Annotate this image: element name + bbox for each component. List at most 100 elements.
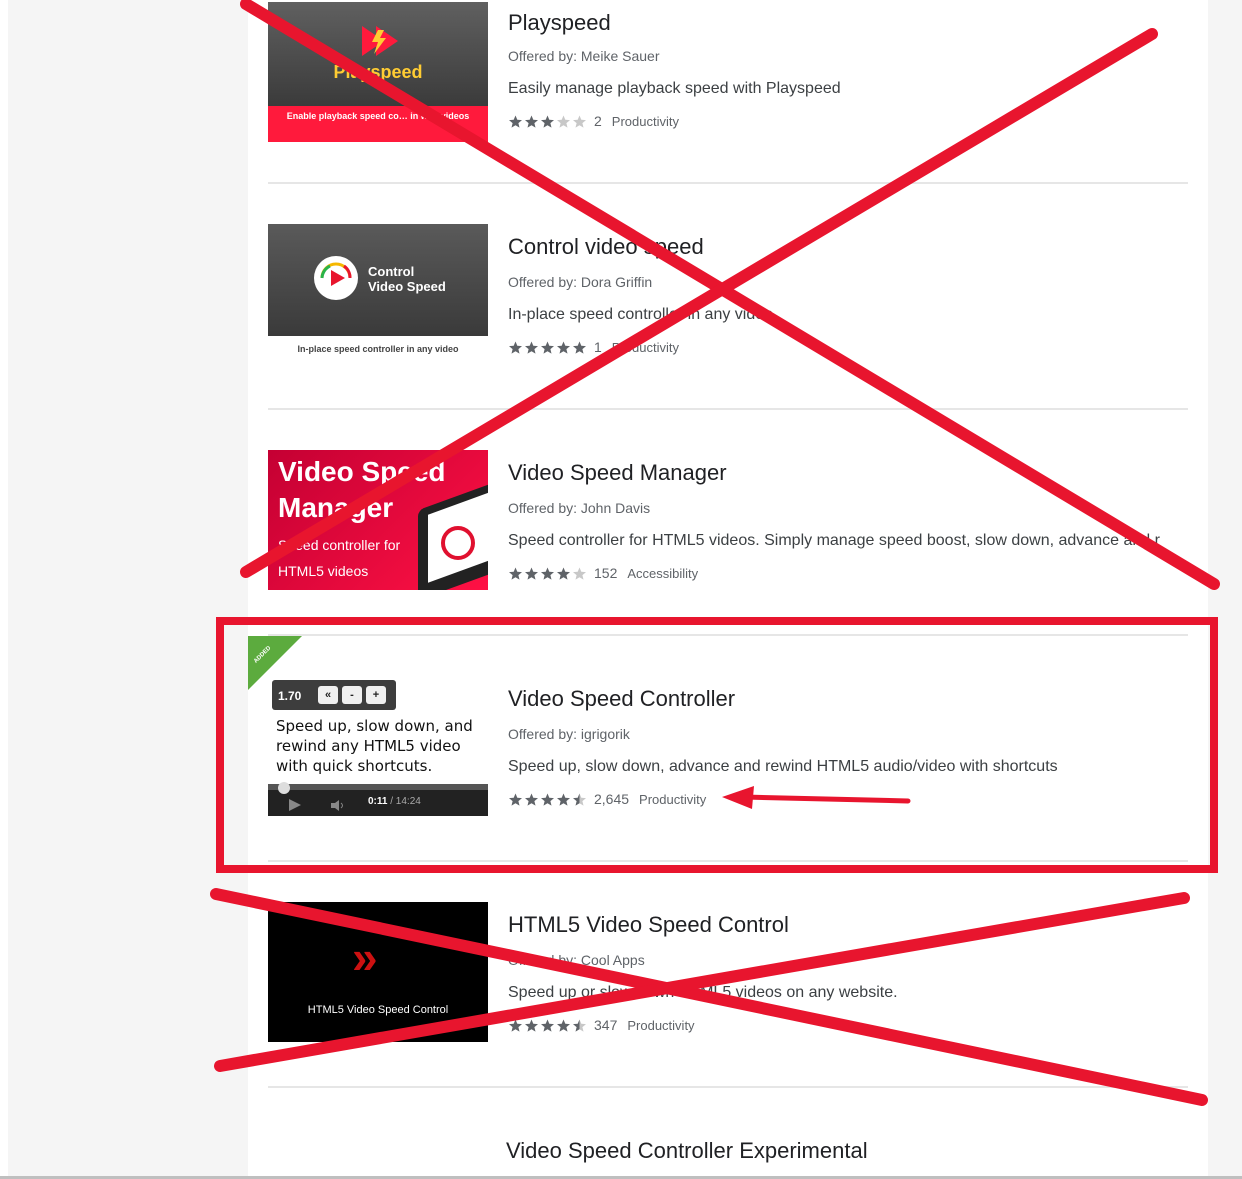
rating-row: 347 Productivity <box>508 1017 695 1033</box>
star-icon <box>508 793 523 806</box>
thumb-big-line-1: Video Speed <box>278 456 446 487</box>
item-divider <box>268 1086 1188 1088</box>
extension-thumbnail[interactable]: Video Speed Manager Speed controller for… <box>268 450 488 590</box>
rating-count: 2,645 <box>594 791 630 807</box>
item-divider <box>268 860 1188 862</box>
star-rating <box>508 341 588 354</box>
thumb-big-line-2: Manager <box>278 492 394 523</box>
rating-row: 1 Productivity <box>508 339 679 355</box>
star-icon <box>556 115 571 128</box>
play-icon <box>289 799 301 811</box>
item-divider <box>268 408 1188 410</box>
playspeed-logo-icon <box>362 26 398 56</box>
extension-item-html5-video-speed-control[interactable]: » HTML5 Video Speed Control HTML5 Video … <box>248 902 1208 1082</box>
extension-title[interactable]: Video Speed Manager <box>508 460 727 486</box>
star-icon <box>508 567 523 580</box>
star-icon <box>556 567 571 580</box>
thumb-subtext: In-place speed controller in any video <box>297 344 459 354</box>
star-icon <box>572 341 587 354</box>
extension-title[interactable]: Video Speed Controller Experimental <box>506 1138 868 1164</box>
extension-item-control-video-speed[interactable]: Control Video Speed In-place speed contr… <box>248 224 1208 404</box>
slower-button: - <box>342 686 362 704</box>
extension-description: Speed controller for HTML5 videos. Simpl… <box>508 532 1160 549</box>
rating-count: 1 <box>594 339 602 355</box>
extension-item-playspeed[interactable]: Playspeed Enable playback speed co… in w… <box>248 2 1208 182</box>
faster-button: + <box>366 686 386 704</box>
added-ribbon: ADDED <box>248 636 302 690</box>
star-icon <box>508 1019 523 1032</box>
rating-count: 347 <box>594 1017 618 1033</box>
offered-by: Offered by: Dora Griffin <box>508 274 653 290</box>
extension-description: Speed up, slow down, advance and rewind … <box>508 758 1058 775</box>
progress-handle <box>278 782 290 794</box>
extension-item-video-speed-controller-experimental[interactable]: Video Speed Controller Experimental <box>248 1128 1208 1176</box>
volume-icon <box>331 800 343 811</box>
star-icon <box>556 1019 571 1032</box>
extension-thumbnail[interactable]: » HTML5 Video Speed Control <box>268 902 488 1042</box>
rating-count: 152 <box>594 565 618 581</box>
rating-row: 2 Productivity <box>508 113 679 129</box>
time-current: 0:11 <box>368 796 388 807</box>
category-label[interactable]: Productivity <box>612 114 679 129</box>
speedometer-icon <box>314 256 358 300</box>
star-icon <box>572 1019 587 1032</box>
star-icon <box>524 1019 539 1032</box>
extension-description: In-place speed controller in any video <box>508 306 774 323</box>
extension-thumbnail[interactable]: Playspeed Enable playback speed co… in w… <box>268 2 488 142</box>
category-label[interactable]: Productivity <box>639 792 706 807</box>
thumb-caption: Speed up, slow down, and rewind any HTML… <box>276 717 473 775</box>
item-divider <box>268 634 1188 636</box>
item-divider <box>268 182 1188 184</box>
left-sidebar-background <box>8 0 248 1179</box>
star-icon <box>540 341 555 354</box>
rewind-button: « <box>318 686 338 704</box>
speed-value: 1.70 <box>278 689 302 703</box>
category-label[interactable]: Productivity <box>612 340 679 355</box>
thumb-brand-text: Playspeed <box>333 62 423 82</box>
star-icon <box>540 115 555 128</box>
thumb-small-line-1: Speed controller for <box>278 537 401 553</box>
star-rating <box>508 1019 588 1032</box>
time-total: / 14:24 <box>387 796 421 807</box>
extension-description: Easily manage playback speed with Playsp… <box>508 80 841 97</box>
star-icon <box>540 567 555 580</box>
double-chevron-icon: » <box>352 931 377 983</box>
star-icon <box>572 793 587 806</box>
star-icon <box>508 341 523 354</box>
offered-by: Offered by: Meike Sauer <box>508 48 660 64</box>
extension-thumbnail[interactable] <box>268 1128 488 1176</box>
rating-row: 152 Accessibility <box>508 565 698 581</box>
thumb-line-1: Control <box>368 264 415 279</box>
extension-thumbnail[interactable]: 1.70 « - + Speed up, slow down, and rewi… <box>268 676 488 816</box>
category-label[interactable]: Accessibility <box>627 566 698 581</box>
star-icon <box>524 341 539 354</box>
star-rating <box>508 793 588 806</box>
extension-title[interactable]: Control video speed <box>508 234 704 260</box>
extension-title[interactable]: HTML5 Video Speed Control <box>508 912 789 938</box>
thumb-line-2: Video Speed <box>368 279 446 294</box>
right-margin-background <box>1208 0 1242 1179</box>
thumb-band-text: Enable playback speed co… in web videos <box>268 106 488 142</box>
star-icon <box>540 1019 555 1032</box>
speed-ring-icon <box>441 526 475 560</box>
extension-thumbnail[interactable]: Control Video Speed In-place speed contr… <box>268 224 488 364</box>
star-icon <box>556 341 571 354</box>
offered-by: Offered by: Cool Apps <box>508 952 645 968</box>
thumb-label: HTML5 Video Speed Control <box>307 1004 449 1016</box>
rating-row: 2,645 Productivity <box>508 791 706 807</box>
extension-title[interactable]: Video Speed Controller <box>508 686 735 712</box>
thumb-small-line-2: HTML5 videos <box>278 563 369 579</box>
star-icon <box>524 793 539 806</box>
star-rating <box>508 567 588 580</box>
extension-title[interactable]: Playspeed <box>508 10 611 36</box>
extension-description: Speed up or slow down HTML5 videos on an… <box>508 984 898 1001</box>
star-icon <box>524 115 539 128</box>
star-icon <box>524 567 539 580</box>
extension-item-video-speed-controller[interactable]: 1.70 « - + Speed up, slow down, and rewi… <box>248 676 1208 856</box>
star-icon <box>556 793 571 806</box>
star-icon <box>540 793 555 806</box>
rating-count: 2 <box>594 113 602 129</box>
offered-by: Offered by: igrigorik <box>508 726 630 742</box>
category-label[interactable]: Productivity <box>627 1018 694 1033</box>
extension-item-video-speed-manager[interactable]: Video Speed Manager Speed controller for… <box>248 450 1208 630</box>
